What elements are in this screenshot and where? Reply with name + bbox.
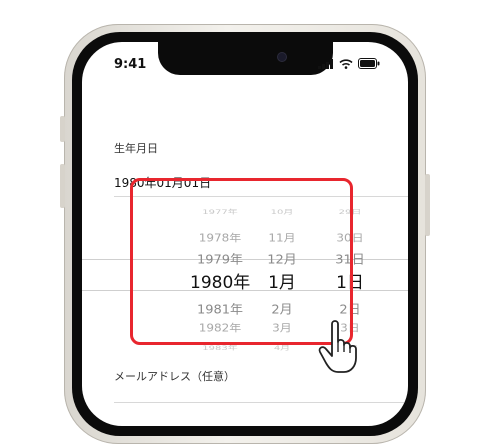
status-icons [318,58,380,69]
divider [114,402,408,403]
hand-pointer-icon [318,320,357,373]
wifi-icon [339,58,353,69]
status-time: 9:41 [114,57,147,72]
side-button [425,174,430,236]
notch [158,42,333,75]
email-label: メールアドレス（任意） [114,370,235,383]
camera-icon [278,53,286,61]
side-button [60,164,65,208]
side-button [60,116,65,142]
battery-icon [358,58,380,69]
birthdate-label: 生年月日 [114,142,158,155]
signal-icon [318,58,333,69]
